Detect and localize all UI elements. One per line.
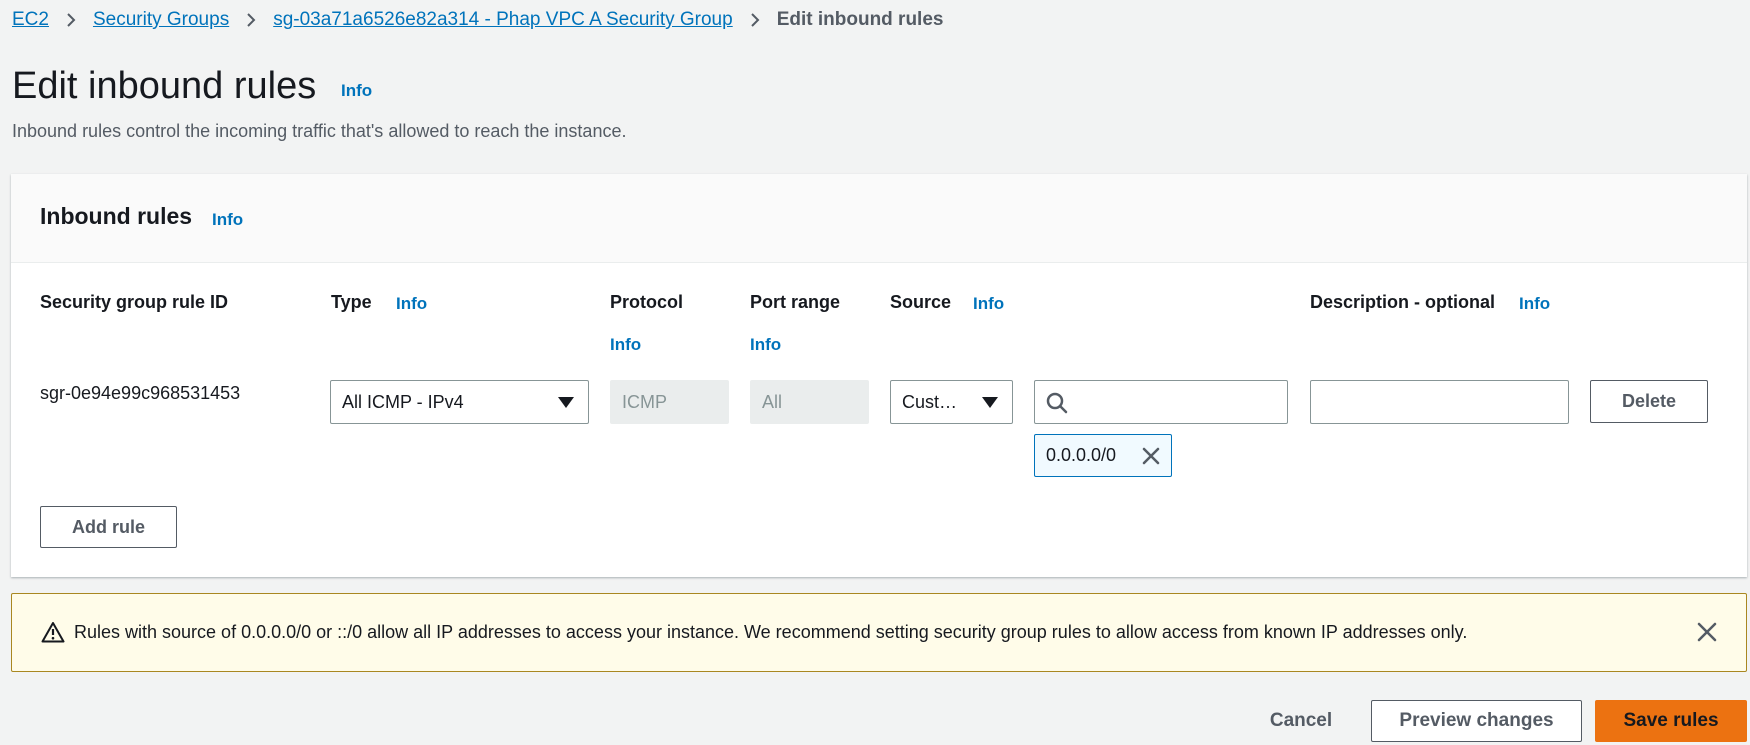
port-range-info-link[interactable]: Info [750,335,781,355]
source-token-label: 0.0.0.0/0 [1046,445,1117,465]
type-select-value: All ICMP - IPv4 [342,391,464,412]
warning-alert: Rules with source of 0.0.0.0/0 or ::/0 a… [11,593,1747,672]
chevron-right-icon [750,13,760,27]
column-header-port-range: Port range [750,292,841,312]
chevron-right-icon [247,13,256,27]
page-title-info-link[interactable]: Info [341,81,372,101]
port-range-value: All [762,391,783,412]
description-info-link[interactable]: Info [1519,294,1550,314]
search-icon [1046,392,1068,414]
breadcrumb-current: Edit inbound rules [776,9,944,30]
caret-down-icon [982,397,998,408]
close-icon[interactable] [1696,621,1718,643]
port-range-field: All [750,380,869,424]
add-rule-button[interactable]: Add rule [40,506,177,548]
close-icon[interactable] [1141,446,1161,466]
source-info-link[interactable]: Info [973,294,1004,314]
breadcrumb-ec2-link[interactable]: EC2 [12,9,49,31]
warning-text: Rules with source of 0.0.0.0/0 or ::/0 a… [74,622,1468,642]
inbound-rules-panel: Inbound rules Info Security group rule I… [11,174,1747,577]
cancel-button[interactable]: Cancel [1243,700,1359,742]
page-description: Inbound rules control the incoming traff… [12,121,627,141]
delete-button[interactable]: Delete [1590,380,1708,423]
panel-header: Inbound rules Info [11,174,1747,263]
panel-info-link[interactable]: Info [212,210,243,230]
preview-changes-button[interactable]: Preview changes [1371,700,1582,742]
page-title: Edit inbound rules [12,65,317,107]
warning-icon [41,622,65,643]
source-token: 0.0.0.0/0 [1034,434,1172,477]
column-header-rule-id: Security group rule ID [40,292,229,312]
column-header-protocol: Protocol [610,292,684,312]
panel-title: Inbound rules [40,203,193,229]
breadcrumb: EC2 Security Groups sg-03a71a6526e82a314… [12,8,943,32]
caret-down-icon [558,397,574,408]
chevron-right-icon [67,13,76,27]
description-input[interactable] [1310,380,1569,424]
source-type-select[interactable]: Cust… [890,380,1013,424]
column-header-source: Source [890,292,952,312]
protocol-info-link[interactable]: Info [610,335,641,355]
save-rules-button[interactable]: Save rules [1595,700,1747,742]
rule-id: sgr-0e94e99c968531453 [40,383,241,403]
protocol-value: ICMP [622,391,667,412]
source-type-value: Cust… [902,391,958,412]
type-select[interactable]: All ICMP - IPv4 [330,380,589,424]
column-header-description: Description - optional [1310,292,1496,312]
breadcrumb-security-group-link[interactable]: sg-03a71a6526e82a314 - Phap VPC A Securi… [273,9,733,31]
source-search-input[interactable] [1034,380,1288,424]
type-info-link[interactable]: Info [396,294,427,314]
column-header-type: Type [331,292,372,312]
protocol-field: ICMP [610,380,729,424]
breadcrumb-security-groups-link[interactable]: Security Groups [93,9,229,31]
